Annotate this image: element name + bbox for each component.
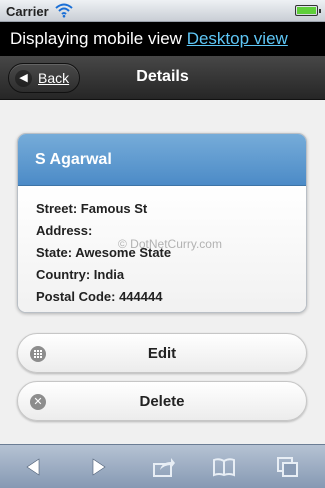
delete-button[interactable]: ✕ Delete xyxy=(17,381,307,421)
street-row: Street: Famous St xyxy=(36,201,148,216)
view-mode-banner: Displaying mobile view Desktop view xyxy=(0,22,325,56)
card-body: Street: Famous St Address: State: Awesom… xyxy=(18,186,306,312)
status-bar: Carrier xyxy=(0,0,325,22)
tabs-icon[interactable] xyxy=(276,456,300,478)
page-title: Details xyxy=(136,68,189,85)
edit-label: Edit xyxy=(147,345,177,362)
detail-card: S Agarwal Street: Famous St Address: Sta… xyxy=(17,133,307,313)
postal-code-row: Postal Code: 444444 xyxy=(36,289,163,304)
share-icon[interactable] xyxy=(152,456,176,478)
country-row: Country: India xyxy=(36,267,125,282)
edit-button[interactable]: Edit xyxy=(17,333,307,373)
card-title: S Agarwal xyxy=(18,134,306,186)
bookmarks-icon[interactable] xyxy=(212,456,236,478)
back-arrow-icon[interactable] xyxy=(22,456,46,478)
battery-icon xyxy=(295,5,321,16)
header-bar: ◀ Back Details xyxy=(0,56,325,100)
delete-label: Delete xyxy=(139,393,185,410)
address-row: Address: xyxy=(36,223,93,238)
carrier-label: Carrier xyxy=(6,4,49,19)
state-row: State: Awesome State xyxy=(36,245,172,260)
wifi-icon xyxy=(55,3,73,18)
desktop-view-link[interactable]: Desktop view xyxy=(187,29,288,48)
browser-toolbar xyxy=(0,444,325,488)
forward-arrow-icon[interactable] xyxy=(86,456,110,478)
banner-text: Displaying mobile view xyxy=(10,29,182,48)
